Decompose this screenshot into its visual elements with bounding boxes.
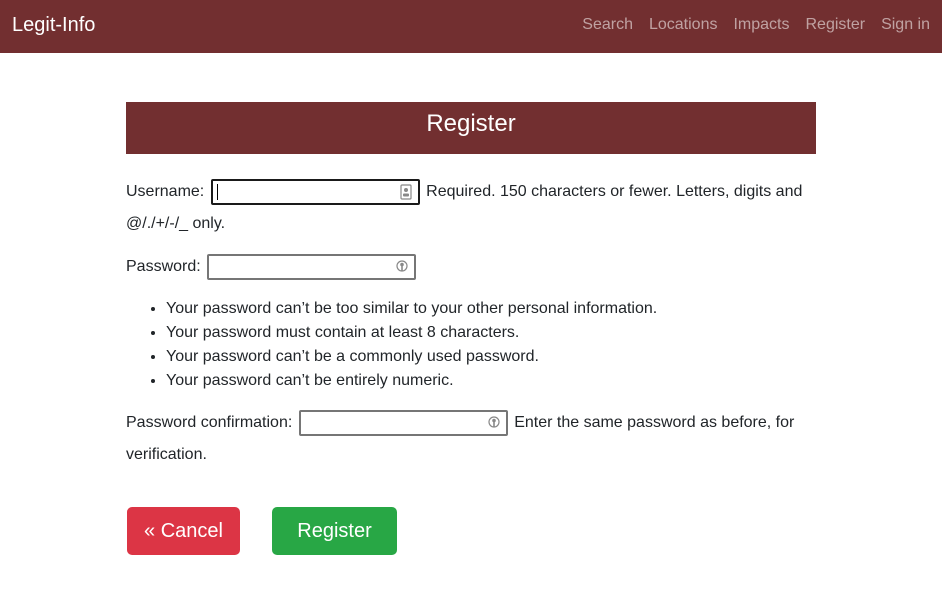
nav-link-search[interactable]: Search	[582, 15, 633, 35]
cancel-button[interactable]: « Cancel	[127, 507, 240, 555]
register-form: Username: Required. 150 characters or fe…	[126, 176, 816, 471]
password-input[interactable]	[212, 256, 383, 277]
password-rule: Your password can’t be entirely numeric.	[166, 369, 816, 393]
form-actions: « Cancel Register »	[127, 507, 397, 590]
password-confirmation-field[interactable]	[298, 409, 508, 436]
page-title: Register	[426, 110, 516, 137]
password-rule: Your password must contain at least 8 ch…	[166, 321, 816, 345]
register-card-header: Register	[126, 102, 816, 154]
register-button[interactable]: Register »	[272, 507, 397, 590]
password-rule: Your password can’t be a commonly used p…	[166, 345, 816, 369]
nav-links: Search Locations Impacts Register Sign i…	[582, 15, 930, 35]
password-confirmation-label: Password confirmation:	[126, 414, 293, 431]
text-caret	[216, 183, 218, 200]
username-input[interactable]	[215, 181, 386, 202]
navbar: Legit-Info Search Locations Impacts Regi…	[0, 0, 942, 53]
password-confirmation-input[interactable]	[303, 412, 474, 433]
password-row: Password:	[126, 251, 816, 283]
brand-link[interactable]: Legit-Info	[12, 13, 95, 37]
contact-card-icon[interactable]	[400, 184, 412, 200]
username-row: Username: Required. 150 characters or fe…	[126, 176, 816, 240]
password-label: Password:	[126, 258, 201, 275]
username-label: Username:	[126, 183, 205, 200]
nav-link-locations[interactable]: Locations	[649, 15, 718, 35]
nav-link-sign-in[interactable]: Sign in	[881, 15, 930, 35]
nav-link-register[interactable]: Register	[806, 15, 866, 35]
key-icon[interactable]	[396, 259, 408, 275]
password-field[interactable]	[207, 253, 417, 280]
key-icon[interactable]	[488, 415, 500, 431]
password-confirmation-row: Password confirmation: Enter the same pa…	[126, 407, 816, 471]
username-field[interactable]	[210, 178, 420, 205]
password-rules-list: Your password can’t be too similar to yo…	[126, 297, 816, 393]
password-rule: Your password can’t be too similar to yo…	[166, 297, 816, 321]
nav-link-impacts[interactable]: Impacts	[733, 15, 789, 35]
